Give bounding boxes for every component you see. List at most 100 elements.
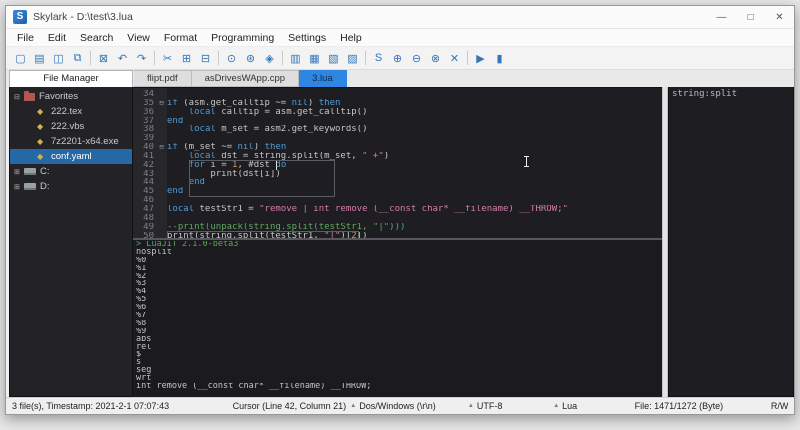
menu-item-settings[interactable]: Settings — [281, 29, 333, 47]
tab-flipt.pdf[interactable]: flipt.pdf — [134, 70, 192, 87]
window-tile-icon[interactable]: ▧ — [324, 49, 343, 68]
zoom-in-icon[interactable]: ⊕ — [388, 49, 407, 68]
bookmark-icon[interactable]: ◈ — [260, 49, 279, 68]
code-token: (asm.get_calltip ~= — [178, 99, 292, 108]
code-token: if — [167, 143, 178, 152]
line-number: 34 — [133, 90, 156, 99]
expander-icon[interactable]: ⊞ — [14, 183, 24, 191]
redo-icon[interactable]: ↷ — [132, 49, 151, 68]
save-all-icon[interactable]: ⧉ — [68, 49, 87, 68]
line-number: 44 — [133, 178, 156, 187]
expander-icon[interactable]: ⊟ — [14, 93, 24, 101]
tree-item-222-vbs[interactable]: ◆ 222.vbs — [10, 119, 132, 134]
open-file-icon[interactable]: ▤ — [30, 49, 49, 68]
menu-item-file[interactable]: File — [10, 29, 41, 47]
line-number: 38 — [133, 125, 156, 134]
code-line-49: 49--print(unpack(string.split(testStr1, … — [133, 223, 662, 232]
code-line-48: 48 — [133, 214, 662, 223]
file-icon: ◆ — [37, 122, 47, 131]
close-file-icon[interactable]: ⊠ — [94, 49, 113, 68]
code-token: ) — [254, 143, 265, 152]
tree-item-favorites[interactable]: ⊟Favorites — [10, 89, 132, 104]
code-token: end — [167, 117, 183, 126]
editor-console-column: 3435⊟if (asm.get_calltip ~= nil) then36 … — [133, 87, 662, 397]
code-line-38: 38 local m_set = asm2.get_keywords() — [133, 125, 662, 134]
tree-item-222-tex[interactable]: ◆222.tex — [10, 104, 132, 119]
code-token — [167, 161, 189, 170]
line-number: 45 — [133, 187, 156, 196]
find-icon[interactable]: ⊙ — [222, 49, 241, 68]
menu-item-format[interactable]: Format — [157, 29, 204, 47]
status-text: File: 1471/1272 (Byte) — [635, 401, 724, 411]
app-window: S Skylark - D:\test\3.lua —□✕ FileEditSe… — [5, 5, 795, 415]
menu-item-edit[interactable]: Edit — [41, 29, 73, 47]
file-manager-tab[interactable]: File Manager — [9, 70, 133, 87]
symbol-list-icon[interactable]: S — [369, 49, 388, 68]
file-icon: ◆ — [37, 152, 47, 161]
console-pane[interactable]: > LuaJIT 2.1.0-beta3nosplit%0%1%2%3%4%5%… — [133, 240, 662, 397]
tree-item-c-[interactable]: ⊞C: — [10, 164, 132, 179]
code-line-45: 45end — [133, 187, 662, 196]
console-output-line: %8 — [136, 320, 662, 328]
console-output-line: abs — [136, 336, 662, 344]
code-token: nil — [237, 143, 253, 152]
window-cascade-icon[interactable]: ▨ — [343, 49, 362, 68]
cut-icon[interactable]: ✂ — [158, 49, 177, 68]
close-button[interactable]: ✕ — [765, 6, 794, 28]
code-token: for — [189, 161, 205, 170]
code-token: --print(unpack(string.split(testStr1, "|… — [167, 223, 405, 232]
code-token: " +" — [362, 152, 384, 161]
code-line-43: 43 print(dst[i]) — [133, 170, 662, 179]
function-list-entry[interactable]: string:split — [669, 87, 793, 99]
stop-script-icon[interactable]: ▮ — [490, 49, 509, 68]
zoom-out-icon[interactable]: ⊖ — [407, 49, 426, 68]
save-file-icon[interactable]: ◫ — [49, 49, 68, 68]
fold-marker-icon[interactable]: ⊟ — [156, 99, 167, 108]
tree-item-label: conf.yaml — [51, 151, 92, 162]
menu-item-help[interactable]: Help — [333, 29, 369, 47]
toolbar-separator — [154, 51, 155, 65]
toolbar-separator — [282, 51, 283, 65]
code-line-41: 41 local dst = string.split(m_set, " +") — [133, 152, 662, 161]
code-text: end — [167, 178, 205, 187]
close-all-icon[interactable]: ✕ — [445, 49, 464, 68]
console-output: > LuaJIT 2.1.0-beta3nosplit%0%1%2%3%4%5%… — [136, 241, 662, 391]
menu-item-programming[interactable]: Programming — [204, 29, 281, 47]
code-text: local calltip = asm.get_calltip() — [167, 108, 368, 117]
copy-icon[interactable]: ⊞ — [177, 49, 196, 68]
tab-asDrivesWApp.cpp[interactable]: asDrivesWApp.cpp — [192, 70, 299, 87]
replace-icon[interactable]: ⊛ — [241, 49, 260, 68]
code-token: "|" — [324, 232, 340, 239]
menu-item-view[interactable]: View — [120, 29, 157, 47]
split-horizontal-icon[interactable]: ▥ — [286, 49, 305, 68]
minimize-button[interactable]: — — [707, 6, 736, 28]
tree-item-label: 222.vbs — [51, 121, 84, 132]
expander-icon[interactable]: ⊞ — [14, 168, 24, 176]
maximize-button[interactable]: □ — [736, 6, 765, 28]
tree-item-d-[interactable]: ⊞D: — [10, 179, 132, 194]
code-token: )[ — [340, 232, 351, 239]
code-text: for i = 1, #dst do — [167, 161, 286, 170]
run-script-icon[interactable]: ▶ — [471, 49, 490, 68]
tree-item-7z2201-x64-exe[interactable]: ◆7z2201-x64.exe — [10, 134, 132, 149]
folder-red-icon — [24, 93, 35, 101]
line-number: 50 — [133, 232, 156, 239]
code-token: calltip = asm.get_calltip() — [216, 108, 368, 117]
menu-item-search[interactable]: Search — [73, 29, 120, 47]
toolbar-separator — [365, 51, 366, 65]
paste-icon[interactable]: ⊟ — [196, 49, 215, 68]
tab-3.lua[interactable]: 3.lua — [299, 70, 347, 87]
tree-item-conf-yaml[interactable]: ◆ conf.yaml — [10, 149, 132, 164]
status-language: ▲Lua — [553, 401, 634, 411]
split-vertical-icon[interactable]: ▦ — [305, 49, 324, 68]
code-token: local — [189, 125, 216, 134]
line-number: 39 — [133, 134, 156, 143]
code-token: ) — [308, 99, 319, 108]
new-file-icon[interactable]: ▢ — [11, 49, 30, 68]
code-token: local — [189, 152, 216, 161]
fold-marker-icon[interactable]: ⊟ — [156, 143, 167, 152]
line-number: 41 — [133, 152, 156, 161]
zoom-reset-icon[interactable]: ⊗ — [426, 49, 445, 68]
undo-icon[interactable]: ↶ — [113, 49, 132, 68]
editor-pane[interactable]: 3435⊟if (asm.get_calltip ~= nil) then36 … — [133, 87, 662, 238]
